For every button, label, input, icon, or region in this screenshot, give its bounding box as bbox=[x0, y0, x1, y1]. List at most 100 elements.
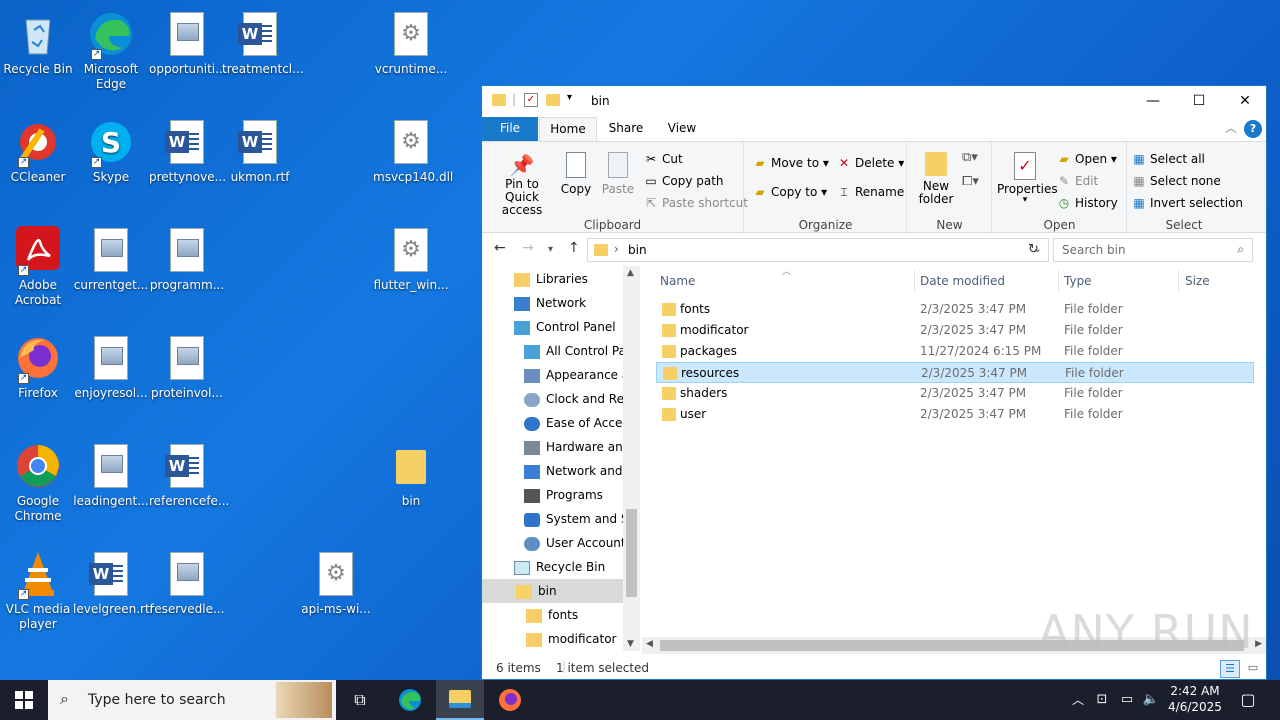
maximize-button[interactable]: ☐ bbox=[1176, 86, 1222, 116]
tab-share[interactable]: Share bbox=[600, 117, 652, 141]
desktop-icon-vcruntime[interactable]: ⚙ vcruntime... bbox=[373, 4, 449, 108]
taskbar-search-box[interactable]: ⌕ Type here to search bbox=[48, 680, 336, 720]
collapse-ribbon-icon[interactable]: ︿ bbox=[1222, 117, 1240, 141]
quick-access-dropdown-icon[interactable]: ▾ bbox=[567, 92, 572, 103]
desktop-icon-enjoyresol[interactable]: enjoyresol... bbox=[73, 328, 149, 432]
nav-item-network[interactable]: Network bbox=[514, 291, 586, 315]
search-box[interactable]: Search bin ⌕ bbox=[1053, 238, 1253, 262]
notification-icon[interactable]: ▢ bbox=[1232, 680, 1264, 720]
edit-button[interactable]: ✎ Edit bbox=[1057, 174, 1098, 188]
scroll-right-icon[interactable]: ▶ bbox=[1255, 639, 1262, 649]
scroll-up-icon[interactable]: ▲ bbox=[627, 268, 634, 278]
move-to-button[interactable]: ▰ Move to ▾ bbox=[753, 156, 829, 170]
search-input[interactable]: Search bin bbox=[1062, 243, 1126, 257]
start-button[interactable] bbox=[0, 680, 48, 720]
large-icons-view-icon[interactable]: ▭ bbox=[1244, 660, 1262, 678]
desktop-icon-treatmentcl[interactable]: treatmentcl... bbox=[222, 4, 304, 108]
nav-item-programs[interactable]: Programs bbox=[524, 483, 603, 507]
select-all-button[interactable]: ▦ Select all bbox=[1132, 152, 1205, 166]
taskbar-edge-button[interactable] bbox=[386, 680, 434, 720]
new-item-icon[interactable]: ⧉▾ bbox=[962, 150, 978, 165]
invert-selection-button[interactable]: ▦ Invert selection bbox=[1132, 196, 1243, 210]
nav-item-bin[interactable]: bin bbox=[482, 579, 623, 603]
navigation-scrollbar[interactable]: ▲ ▼ bbox=[623, 266, 640, 651]
file-row[interactable]: packages 11/27/2024 6:15 PM File folder bbox=[656, 341, 1254, 362]
select-none-button[interactable]: ▦ Select none bbox=[1132, 174, 1220, 188]
nav-item-libraries[interactable]: Libraries bbox=[514, 267, 588, 291]
cut-button[interactable]: ✂ Cut bbox=[644, 152, 683, 166]
desktop-icon-ccleaner[interactable]: ↗ CCleaner bbox=[0, 112, 76, 216]
paste-shortcut-button[interactable]: ⇱ Paste shortcut bbox=[644, 196, 748, 210]
desktop-icon-leadingent[interactable]: leadingent... bbox=[73, 436, 149, 540]
nav-item-user-accounts[interactable]: User Accounts bbox=[524, 531, 632, 555]
tab-view[interactable]: View bbox=[656, 117, 708, 141]
desktop-icon-opportuniti[interactable]: opportuniti... bbox=[149, 4, 227, 108]
column-header-date[interactable]: Date modified bbox=[920, 274, 1005, 288]
desktop-icon-reservedle[interactable]: reservedle... bbox=[149, 544, 225, 648]
desktop-icon-levelgreen[interactable]: levelgreen.rtf bbox=[73, 544, 154, 648]
network-tray-icon[interactable]: ⊡ bbox=[1092, 680, 1112, 720]
nav-item-modificator[interactable]: modificator bbox=[526, 627, 616, 651]
desktop-icon-programm[interactable]: programm... bbox=[149, 220, 225, 324]
taskbar-file-explorer-button[interactable] bbox=[436, 680, 484, 720]
nav-item-network-internet[interactable]: Network and Ir bbox=[524, 459, 635, 483]
scrollbar-thumb[interactable] bbox=[626, 509, 637, 597]
desktop-icon-google-chrome[interactable]: Google Chrome bbox=[0, 436, 76, 540]
search-icon[interactable]: ⌕ bbox=[1237, 242, 1244, 257]
column-divider[interactable] bbox=[1178, 270, 1179, 292]
recent-locations-icon[interactable]: ▾ bbox=[548, 244, 553, 255]
details-view-icon[interactable]: ☰ bbox=[1220, 660, 1240, 678]
volume-icon[interactable]: 🔈 bbox=[1140, 680, 1162, 720]
file-row[interactable]: shaders 2/3/2025 3:47 PM File folder bbox=[656, 383, 1254, 404]
tab-file[interactable]: File bbox=[482, 117, 538, 141]
scroll-left-icon[interactable]: ◀ bbox=[646, 639, 653, 649]
nav-item-hardware[interactable]: Hardware and bbox=[524, 435, 630, 459]
desktop-icon-adobe-acrobat[interactable]: ↗ Adobe Acrobat bbox=[0, 220, 76, 324]
nav-item-ease-of-access[interactable]: Ease of Access bbox=[524, 411, 635, 435]
help-icon[interactable]: ? bbox=[1244, 120, 1262, 138]
show-hidden-icons-icon[interactable]: ︿ bbox=[1068, 680, 1088, 720]
ethernet-icon[interactable]: ▭ bbox=[1116, 680, 1138, 720]
file-row[interactable]: modificator 2/3/2025 3:47 PM File folder bbox=[656, 320, 1254, 341]
taskbar-firefox-button[interactable] bbox=[486, 680, 534, 720]
file-row-selected[interactable]: resources 2/3/2025 3:47 PM File folder bbox=[656, 362, 1254, 383]
desktop-icon-bin[interactable]: bin bbox=[373, 436, 449, 540]
properties-quick-icon[interactable]: ✓ bbox=[524, 93, 538, 107]
nav-item-appearance[interactable]: Appearance an bbox=[524, 363, 637, 387]
desktop-icon-currentget[interactable]: currentget... bbox=[73, 220, 149, 324]
desktop-icon-firefox[interactable]: ↗ Firefox bbox=[0, 328, 76, 432]
desktop-icon-flutter-win[interactable]: ⚙ flutter_win... bbox=[373, 220, 449, 324]
desktop-icon-referencefe[interactable]: referencefe... bbox=[149, 436, 229, 540]
column-header-size[interactable]: Size bbox=[1185, 274, 1210, 288]
history-button[interactable]: ◷ History bbox=[1057, 196, 1118, 210]
clock[interactable]: 2:42 AM 4/6/2025 bbox=[1166, 683, 1224, 715]
desktop-icon-msvcp140[interactable]: ⚙ msvcp140.dll bbox=[373, 112, 453, 216]
desktop-icon-ukmon[interactable]: ukmon.rtf bbox=[222, 112, 298, 216]
desktop-icon-skype[interactable]: S ↗ Skype bbox=[73, 112, 149, 216]
column-divider[interactable] bbox=[1058, 270, 1059, 292]
tab-home[interactable]: Home bbox=[539, 117, 597, 142]
desktop-icon-proteinvol[interactable]: proteinvol... bbox=[149, 328, 225, 432]
desktop-icon-vlc[interactable]: ↗ VLC media player bbox=[0, 544, 76, 648]
desktop-icon-recycle-bin[interactable]: Recycle Bin bbox=[0, 4, 76, 108]
desktop-icon-edge[interactable]: ↗ Microsoft Edge bbox=[73, 4, 149, 108]
back-icon[interactable]: ← bbox=[494, 240, 506, 256]
taskbar-search-input[interactable]: Type here to search bbox=[88, 692, 226, 708]
scroll-down-icon[interactable]: ▼ bbox=[627, 639, 634, 649]
up-icon[interactable]: ↑ bbox=[568, 240, 580, 256]
address-path[interactable]: bin bbox=[628, 243, 647, 257]
address-bar[interactable]: › bin ⌄ bbox=[587, 238, 1049, 262]
copy-path-button[interactable]: ▭ Copy path bbox=[644, 174, 723, 188]
column-header-type[interactable]: Type bbox=[1064, 274, 1092, 288]
properties-button[interactable]: ✓ Properties ▾ bbox=[997, 152, 1058, 205]
column-header-name[interactable]: Name bbox=[660, 274, 695, 288]
desktop-icon-prettynove[interactable]: prettynove... bbox=[149, 112, 226, 216]
paste-button[interactable]: Paste bbox=[600, 152, 636, 196]
pin-quick-access-button[interactable]: 📌 Pin to Quick access bbox=[490, 152, 554, 217]
nav-item-control-panel[interactable]: Control Panel bbox=[514, 315, 616, 339]
column-divider[interactable] bbox=[914, 270, 915, 292]
file-row[interactable]: user 2/3/2025 3:47 PM File folder bbox=[656, 404, 1254, 425]
nav-item-all-control-panel[interactable]: All Control Par bbox=[524, 339, 631, 363]
nav-item-recycle-bin[interactable]: Recycle Bin bbox=[514, 555, 605, 579]
copy-to-button[interactable]: ▰ Copy to ▾ bbox=[753, 185, 827, 199]
